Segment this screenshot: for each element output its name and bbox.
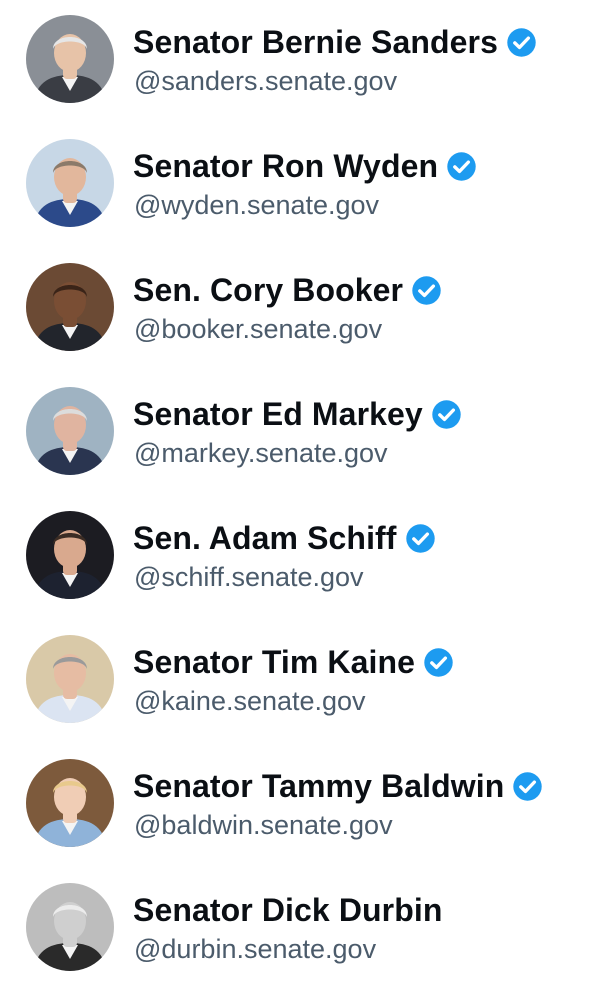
account-row-3[interactable]: Senator Ed Markey @markey.senate.gov	[0, 372, 601, 496]
verified-check-icon	[405, 523, 435, 553]
display-name[interactable]: Senator Dick Durbin	[133, 892, 443, 929]
account-handle[interactable]: @baldwin.senate.gov	[134, 810, 393, 841]
verified-check-icon	[412, 275, 441, 305]
account-row-6[interactable]: Senator Tammy Baldwin @baldwin.senate.go…	[0, 744, 601, 868]
display-name[interactable]: Senator Bernie Sanders	[133, 24, 498, 61]
avatar-photo	[26, 759, 114, 847]
verified-check-icon	[507, 27, 536, 57]
display-name[interactable]: Sen. Adam Schiff	[133, 520, 397, 557]
account-row-2[interactable]: Sen. Cory Booker @booker.senate.gov	[0, 248, 601, 372]
avatar-photo	[26, 635, 114, 723]
account-row-7[interactable]: Senator Dick Durbin @durbin.senate.gov	[0, 868, 601, 992]
display-name[interactable]: Senator Tim Kaine	[133, 644, 415, 681]
account-handle[interactable]: @markey.senate.gov	[134, 438, 388, 469]
account-handle[interactable]: @sanders.senate.gov	[134, 66, 397, 97]
display-name[interactable]: Senator Ed Markey	[133, 396, 423, 433]
display-name[interactable]: Senator Ron Wyden	[133, 148, 438, 185]
verified-check-icon	[447, 151, 476, 181]
account-handle[interactable]: @booker.senate.gov	[134, 314, 382, 345]
name-line: Senator Dick Durbin	[133, 888, 443, 932]
account-list: Senator Bernie Sanders @sanders.senate.g…	[0, 0, 601, 1000]
avatar[interactable]	[26, 15, 114, 103]
name-line: Senator Bernie Sanders	[133, 20, 537, 64]
avatar-photo	[26, 387, 114, 475]
name-line: Senator Tammy Baldwin	[133, 764, 543, 808]
avatar-photo	[26, 511, 114, 599]
name-line: Senator Ed Markey	[133, 392, 462, 436]
display-name[interactable]: Sen. Cory Booker	[133, 272, 403, 309]
avatar-photo	[26, 15, 114, 103]
name-line: Senator Ron Wyden	[133, 144, 477, 188]
account-handle[interactable]: @wyden.senate.gov	[134, 190, 379, 221]
account-row-4[interactable]: Sen. Adam Schiff @schiff.senate.gov	[0, 496, 601, 620]
avatar[interactable]	[26, 511, 114, 599]
account-row-1[interactable]: Senator Ron Wyden @wyden.senate.gov	[0, 124, 601, 248]
display-name[interactable]: Senator Tammy Baldwin	[133, 768, 504, 805]
avatar[interactable]	[26, 759, 114, 847]
verified-check-icon	[424, 647, 453, 677]
account-row-0[interactable]: Senator Bernie Sanders @sanders.senate.g…	[0, 0, 601, 124]
avatar-photo	[26, 139, 114, 227]
avatar[interactable]	[26, 263, 114, 351]
avatar[interactable]	[26, 139, 114, 227]
avatar-photo	[26, 883, 114, 971]
avatar-photo	[26, 263, 114, 351]
avatar[interactable]	[26, 883, 114, 971]
name-line: Senator Tim Kaine	[133, 640, 454, 684]
verified-check-icon	[513, 771, 543, 801]
avatar[interactable]	[26, 635, 114, 723]
account-handle[interactable]: @schiff.senate.gov	[134, 562, 364, 593]
account-row-5[interactable]: Senator Tim Kaine @kaine.senate.gov	[0, 620, 601, 744]
account-handle[interactable]: @kaine.senate.gov	[134, 686, 366, 717]
name-line: Sen. Cory Booker	[133, 268, 442, 312]
name-line: Sen. Adam Schiff	[133, 516, 436, 560]
account-handle[interactable]: @durbin.senate.gov	[134, 934, 376, 965]
avatar[interactable]	[26, 387, 114, 475]
verified-check-icon	[432, 399, 461, 429]
